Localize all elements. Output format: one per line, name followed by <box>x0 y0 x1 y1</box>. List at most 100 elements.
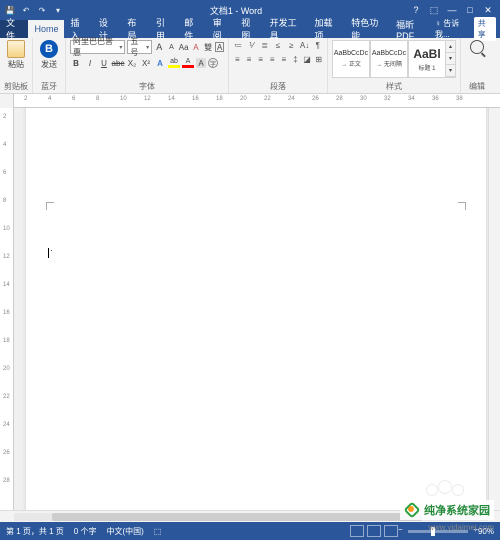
minimize-button[interactable]: — <box>444 3 460 17</box>
grow-font-button[interactable]: A <box>154 41 164 53</box>
read-mode-button[interactable] <box>350 525 364 537</box>
char-border-button[interactable]: A <box>215 42 224 52</box>
numbering-button[interactable]: ⅟ <box>246 40 256 51</box>
ruler-corner <box>0 94 14 108</box>
save-button[interactable]: 💾 <box>4 4 16 16</box>
text-cursor <box>48 248 49 258</box>
superscript-button[interactable]: X² <box>140 57 152 69</box>
group-styles-label: 样式 <box>332 81 456 93</box>
word-count[interactable]: 0 个字 <box>74 526 97 537</box>
style-preview: AaBbCcDc <box>334 50 368 57</box>
borders-button[interactable]: ⊞ <box>314 54 323 65</box>
group-bluetooth-label: 蓝牙 <box>37 81 61 93</box>
char-shading-button[interactable]: A <box>196 58 206 68</box>
increase-indent-button[interactable]: ≥ <box>286 40 296 51</box>
document-page[interactable] <box>26 108 486 510</box>
close-button[interactable]: ✕ <box>480 3 496 17</box>
style-preview: AaBl <box>413 47 440 61</box>
underline-button[interactable]: U <box>98 57 110 69</box>
view-buttons <box>350 525 398 537</box>
style-normal[interactable]: AaBbCcDc → 正文 <box>332 40 370 78</box>
vertical-scrollbar[interactable] <box>488 108 500 510</box>
shrink-font-button[interactable]: A <box>166 41 176 53</box>
page-count[interactable]: 第 1 页，共 1 页 <box>6 526 64 537</box>
group-paragraph: ≔ ⅟ ≣ ≤ ≥ A↓ ¶ ≡ ≡ ≡ ≡ ≡ ‡ ◪ ⊞ <box>229 38 328 93</box>
text-effects-button[interactable]: A <box>154 57 166 69</box>
font-size-combo[interactable]: 五号▾ <box>127 40 152 54</box>
language-status[interactable]: 中文(中国) <box>106 526 143 537</box>
bold-button[interactable]: B <box>70 57 82 69</box>
hscroll-thumb[interactable] <box>52 513 422 521</box>
maximize-button[interactable]: □ <box>462 3 478 17</box>
style-name: 标题 1 <box>418 63 435 72</box>
tab-home[interactable]: Home <box>28 20 64 38</box>
group-editing-label: 编辑 <box>465 81 489 93</box>
qat-more-icon[interactable]: ▾ <box>52 4 64 16</box>
bluetooth-send-button[interactable]: B 发送 <box>37 40 61 70</box>
redo-button[interactable]: ↷ <box>36 4 48 16</box>
show-marks-button[interactable]: ¶ <box>313 40 323 51</box>
clear-format-button[interactable]: A <box>191 41 201 53</box>
highlight-button[interactable]: ab <box>168 58 180 68</box>
phonetic-button[interactable]: 雙 <box>203 41 213 53</box>
align-center-button[interactable]: ≡ <box>245 54 254 65</box>
style-heading1[interactable]: AaBl 标题 1 <box>408 40 446 78</box>
tell-me-search[interactable]: ♀ 告诉我... <box>435 18 470 40</box>
chevron-down-icon[interactable]: ▾ <box>446 53 455 65</box>
change-case-button[interactable]: Aa <box>179 41 189 53</box>
chevron-down-icon: ▾ <box>119 44 122 51</box>
tab-view[interactable]: 视图 <box>235 20 263 38</box>
page-viewport[interactable] <box>14 108 488 510</box>
styles-scroll[interactable]: ▴ ▾ ▾ <box>446 40 456 78</box>
tab-foxit-pdf[interactable]: 福昕PDF <box>390 20 435 38</box>
paste-button[interactable]: 粘贴 <box>4 40 28 70</box>
quick-access-toolbar: 💾 ↶ ↷ ▾ <box>4 4 64 16</box>
tab-developer[interactable]: 开发工具 <box>264 20 309 38</box>
group-font-label: 字体 <box>70 81 224 93</box>
margin-marker-tl <box>46 202 54 210</box>
undo-button[interactable]: ↶ <box>20 4 32 16</box>
subscript-button[interactable]: X₂ <box>126 57 138 69</box>
tab-review[interactable]: 审阅 <box>207 20 235 38</box>
font-name-combo[interactable]: 阿里巴巴普惠▾ <box>70 40 125 54</box>
shading-button[interactable]: ◪ <box>303 54 312 65</box>
group-paragraph-label: 段落 <box>233 81 323 93</box>
strike-button[interactable]: abc <box>112 57 124 69</box>
style-name: → 正文 <box>341 59 361 68</box>
find-button[interactable] <box>465 40 489 54</box>
align-distribute-button[interactable]: ≡ <box>280 54 289 65</box>
print-layout-button[interactable] <box>367 525 381 537</box>
bullets-button[interactable]: ≔ <box>233 40 243 51</box>
bluetooth-label: 发送 <box>41 59 57 70</box>
web-layout-button[interactable] <box>384 525 398 537</box>
tab-mailings[interactable]: 邮件 <box>178 20 206 38</box>
window-title: 文档1 - Word <box>64 4 408 17</box>
help-button[interactable]: ? <box>408 3 424 17</box>
site-watermark: 纯净系统家园 <box>400 500 494 520</box>
font-color-button[interactable]: A <box>182 58 194 68</box>
style-preview: AaBbCcDc <box>372 50 406 57</box>
paste-label: 粘贴 <box>8 59 24 70</box>
ribbon-options-button[interactable]: ⬚ <box>426 3 442 17</box>
styles-more-icon[interactable]: ▾ <box>446 65 455 77</box>
line-spacing-button[interactable]: ‡ <box>291 54 300 65</box>
styles-gallery[interactable]: AaBbCcDc → 正文 AaBbCcDc → 无间隔 AaBl 标题 1 ▴… <box>332 40 456 78</box>
tab-file[interactable]: 文件 <box>0 20 28 38</box>
vertical-ruler[interactable]: 246810121416182022242628 <box>0 108 14 510</box>
tab-special[interactable]: 特色功能 <box>345 20 390 38</box>
enclose-char-button[interactable]: 字 <box>208 58 218 68</box>
align-left-button[interactable]: ≡ <box>233 54 242 65</box>
tab-references[interactable]: 引用 <box>150 20 178 38</box>
tab-addins[interactable]: 加载项 <box>309 20 346 38</box>
style-nospacing[interactable]: AaBbCcDc → 无间隔 <box>370 40 408 78</box>
accessibility-status[interactable]: ⬚ <box>154 527 162 536</box>
align-right-button[interactable]: ≡ <box>256 54 265 65</box>
align-justify-button[interactable]: ≡ <box>268 54 277 65</box>
italic-button[interactable]: I <box>84 57 96 69</box>
chevron-up-icon[interactable]: ▴ <box>446 41 455 53</box>
sort-button[interactable]: A↓ <box>299 40 309 51</box>
multilevel-button[interactable]: ≣ <box>260 40 270 51</box>
horizontal-ruler[interactable]: 2468101214161820222426283032343638 <box>0 94 500 108</box>
ribbon-right: ♀ 告诉我... 共享 <box>435 20 500 38</box>
decrease-indent-button[interactable]: ≤ <box>273 40 283 51</box>
